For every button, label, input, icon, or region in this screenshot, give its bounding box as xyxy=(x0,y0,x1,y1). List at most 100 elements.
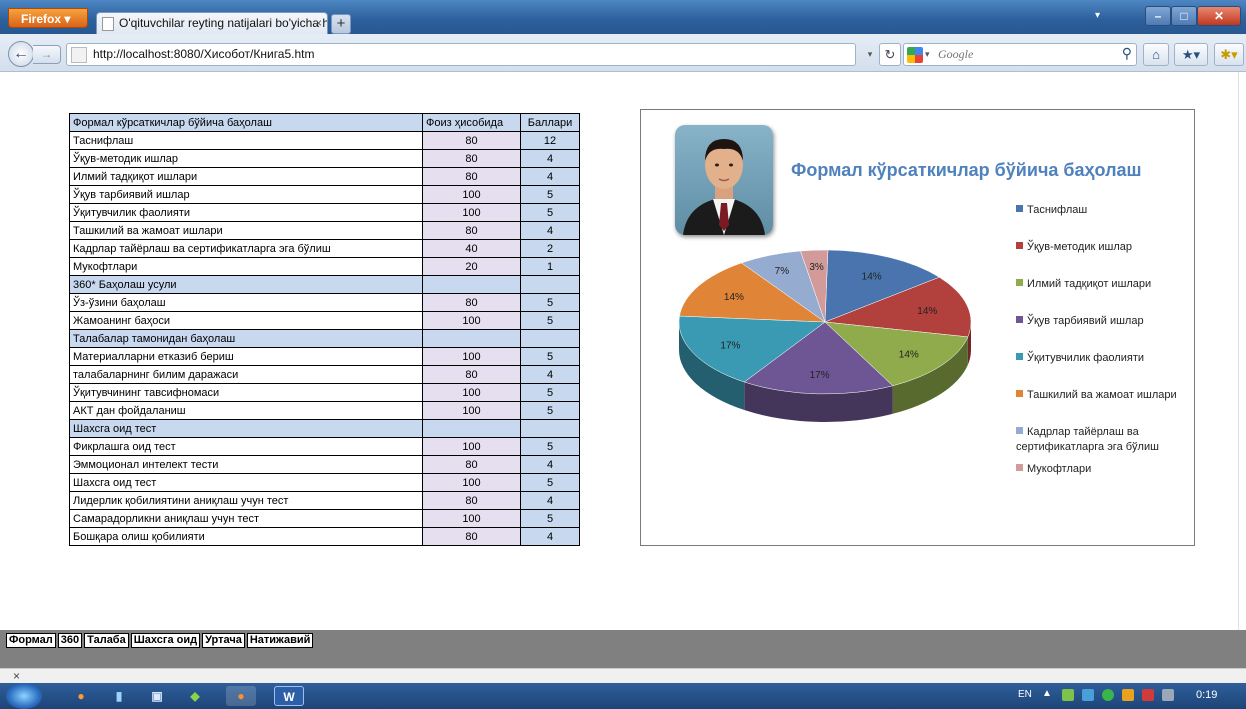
criterion-cell: Эммоционал интелект тести xyxy=(69,455,423,474)
section-row: Шахсга оид тест xyxy=(69,419,580,438)
column-header-criterion: Формал кўрсаткичлар бўйича баҳолаш xyxy=(69,113,423,132)
clock[interactable]: 0:19 xyxy=(1196,689,1217,701)
points-cell: 12 xyxy=(520,131,580,150)
sheet-tab[interactable]: Талаба xyxy=(84,633,129,648)
forward-button[interactable]: → xyxy=(33,45,61,64)
section-row: 360* Баҳолаш усули xyxy=(69,275,580,294)
sheet-tab[interactable]: Натижавий xyxy=(246,633,314,648)
points-cell xyxy=(520,329,580,348)
table-row: Мукофтлари 20 1 xyxy=(69,257,580,276)
vertical-scrollbar[interactable] xyxy=(1238,72,1246,630)
percent-cell: 80 xyxy=(422,293,521,312)
percent-cell: 80 xyxy=(422,365,521,384)
table-row: Илмий тадқиқот ишлари 80 4 xyxy=(69,167,580,186)
search-box[interactable]: ▾ ⚲ xyxy=(903,43,1137,66)
app-taskbar-icon[interactable]: ◆ xyxy=(180,686,210,706)
points-cell: 4 xyxy=(520,221,580,240)
url-text[interactable]: http://localhost:8080/Хисобот/Книга5.htm xyxy=(93,44,315,65)
points-cell: 5 xyxy=(520,383,580,402)
new-tab-button[interactable]: + xyxy=(331,14,351,34)
navigation-toolbar: ← → http://localhost:8080/Хисобот/Книга5… xyxy=(0,34,1246,72)
percent-cell xyxy=(422,419,521,438)
criterion-cell: Ташкилий ва жамоат ишлари xyxy=(69,221,423,240)
browser-tab[interactable]: O'qituvchilar reyting natijalari bo'yich… xyxy=(96,12,328,35)
start-button[interactable] xyxy=(6,683,42,709)
addon-icon[interactable]: ✱▾ xyxy=(1214,43,1244,66)
url-dropdown-icon[interactable]: ▾ xyxy=(860,43,880,66)
search-input[interactable] xyxy=(938,46,1098,63)
percent-cell: 80 xyxy=(422,167,521,186)
percent-cell: 100 xyxy=(422,347,521,366)
chart-panel: Формал кўрсаткичлар бўйича баҳолаш 14% 14… xyxy=(640,109,1195,546)
firefox-menu-button[interactable]: Firefox ▾ xyxy=(8,8,88,28)
maximize-button[interactable]: □ xyxy=(1171,6,1197,26)
pie-data-label: 3% xyxy=(809,262,824,273)
google-icon[interactable] xyxy=(907,47,923,63)
table-row: Шахсга оид тест 100 5 xyxy=(69,473,580,492)
tab-list-chevron-icon[interactable]: ▾ xyxy=(1095,10,1100,21)
tray-expand-icon[interactable]: ▲ xyxy=(1042,688,1052,699)
sheet-tab[interactable]: Уртача xyxy=(202,633,245,648)
criterion-cell: Жамоанинг баҳоси xyxy=(69,311,423,330)
sheet-tab[interactable]: 360 xyxy=(57,633,83,648)
legend-label: Ўқув тарбиявий ишлар xyxy=(1027,315,1144,327)
tab-close-icon[interactable]: × xyxy=(315,13,322,34)
table-row: Ўқитувчилик фаолияти 100 5 xyxy=(69,203,580,222)
criterion-cell: Мукофтлари xyxy=(69,257,423,276)
legend-label: Илмий тадқиқот ишлари xyxy=(1027,278,1152,290)
sheet-tab[interactable]: Формал xyxy=(6,633,56,648)
search-engine-dropdown-icon[interactable]: ▾ xyxy=(925,44,930,65)
table-row: Ўқитувчининг тавсифномаси 100 5 xyxy=(69,383,580,402)
points-cell: 1 xyxy=(520,257,580,276)
points-cell xyxy=(520,275,580,294)
network-icon[interactable] xyxy=(1062,689,1074,701)
percent-cell: 80 xyxy=(422,221,521,240)
url-bar[interactable]: http://localhost:8080/Хисобот/Книга5.htm xyxy=(66,43,856,66)
close-bar-icon[interactable]: × xyxy=(13,669,20,683)
tray-check-icon[interactable] xyxy=(1102,689,1114,701)
close-window-button[interactable]: ✕ xyxy=(1197,6,1241,26)
minimize-button[interactable]: – xyxy=(1145,6,1171,26)
table-row: АКТ дан фойдаланиш 100 5 xyxy=(69,401,580,420)
reload-button[interactable]: ↻ xyxy=(879,43,901,66)
criterion-cell: Бошқара олиш қобилияти xyxy=(69,527,423,546)
table-row: Ташкилий ва жамоат ишлари 80 4 xyxy=(69,221,580,240)
legend-label: Ўқув-методик ишлар xyxy=(1027,241,1132,253)
legend-item: Ташкилий ва жамоат ишлари xyxy=(1016,388,1194,403)
legend-label: Таснифлаш xyxy=(1027,204,1088,216)
percent-cell: 100 xyxy=(422,383,521,402)
percent-cell: 100 xyxy=(422,437,521,456)
legend-item: Таснифлаш xyxy=(1016,203,1194,218)
back-button[interactable]: ← xyxy=(8,41,34,67)
criterion-cell: Ўқитувчининг тавсифномаси xyxy=(69,383,423,402)
explorer-taskbar-icon[interactable]: ▮ xyxy=(104,686,134,706)
sheet-tab[interactable]: Шахсга оид xyxy=(130,633,201,648)
search-icon[interactable]: ⚲ xyxy=(1122,45,1132,62)
home-button[interactable]: ⌂ xyxy=(1143,43,1169,66)
pie-data-label: 14% xyxy=(862,272,882,283)
legend-swatch xyxy=(1016,353,1023,360)
language-indicator[interactable]: EN xyxy=(1018,689,1032,700)
power-icon[interactable] xyxy=(1122,689,1134,701)
pie-data-label: 14% xyxy=(917,306,937,317)
tray-app-icon[interactable] xyxy=(1082,689,1094,701)
firefox-taskbar-icon[interactable]: ● xyxy=(226,686,256,706)
points-cell: 4 xyxy=(520,365,580,384)
save-taskbar-icon[interactable]: ▣ xyxy=(142,686,172,706)
chrome-taskbar-icon[interactable]: ● xyxy=(66,686,96,706)
tray-warning-icon[interactable] xyxy=(1142,689,1154,701)
points-cell: 2 xyxy=(520,239,580,258)
profile-photo xyxy=(675,125,773,235)
bookmarks-button[interactable]: ★▾ xyxy=(1174,43,1208,66)
table-row: Ўз-ўзини баҳолаш 80 5 xyxy=(69,293,580,312)
column-header-points: Баллари xyxy=(520,113,580,132)
criterion-cell: Ўқув-методик ишлар xyxy=(69,149,423,168)
percent-cell: 40 xyxy=(422,239,521,258)
window-titlebar: Firefox ▾ O'qituvchilar reyting natijala… xyxy=(0,0,1246,35)
legend-item: Илмий тадқиқот ишлари xyxy=(1016,277,1194,292)
points-cell: 5 xyxy=(520,293,580,312)
volume-icon[interactable] xyxy=(1162,689,1174,701)
table-row: Жамоанинг баҳоси 100 5 xyxy=(69,311,580,330)
table-row: Фикрлашга оид тест 100 5 xyxy=(69,437,580,456)
word-taskbar-icon[interactable]: W xyxy=(274,686,304,706)
